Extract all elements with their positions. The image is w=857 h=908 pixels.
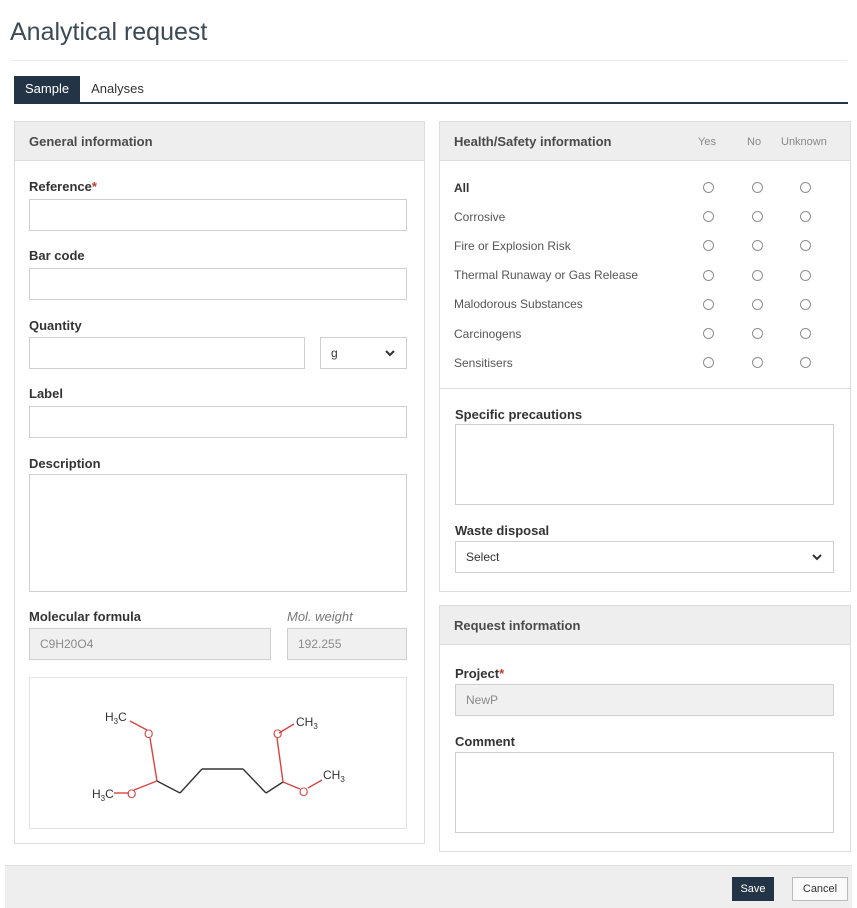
column-yes: Yes: [698, 136, 716, 148]
ch3-top-label: CH3: [296, 715, 318, 731]
request-information-header: Request information: [440, 606, 850, 645]
title-divider: [10, 60, 847, 61]
description-label: Description: [29, 456, 101, 471]
radio-unknown[interactable]: [800, 211, 811, 223]
radio-yes[interactable]: [703, 269, 714, 281]
health-safety-item-label: Carcinogens: [454, 326, 522, 341]
tab-sample[interactable]: Sample: [14, 76, 81, 102]
radio-no[interactable]: [752, 182, 763, 193]
health-safety-row: All: [440, 173, 848, 202]
radio-unknown[interactable]: [800, 328, 811, 339]
molecular-formula-field: C9H20O4: [29, 628, 271, 660]
chevron-down-icon: [812, 554, 822, 561]
barcode-label: Bar code: [29, 248, 85, 263]
column-unknown: Unknown: [781, 136, 827, 148]
radio-unknown[interactable]: [800, 182, 811, 193]
quantity-input[interactable]: [29, 337, 305, 369]
chevron-down-icon: [385, 350, 395, 357]
project-field: NewP: [455, 684, 834, 716]
oxygen-label: O: [299, 785, 308, 799]
radio-no[interactable]: [752, 269, 763, 281]
radio-yes[interactable]: [703, 357, 714, 369]
waste-disposal-select[interactable]: Select: [455, 541, 834, 573]
general-information-header: General information: [15, 122, 424, 161]
health-safety-row: Sensitisers: [440, 348, 848, 377]
health-safety-item-label: Thermal Runaway or Gas Release: [454, 268, 639, 283]
health-divider: [440, 388, 850, 389]
radio-no[interactable]: [752, 298, 763, 310]
comment-label: Comment: [455, 734, 515, 749]
health-safety-row: Malodorous Substances: [440, 290, 848, 319]
reference-label-text: Reference: [29, 179, 92, 194]
oxygen-label: O: [127, 787, 136, 801]
health-safety-item-label: Fire or Explosion Risk: [454, 238, 571, 253]
health-safety-row: Fire or Explosion Risk: [440, 231, 848, 260]
health-safety-item-label: Sensitisers: [454, 355, 513, 370]
radio-no[interactable]: [752, 357, 763, 369]
barcode-input[interactable]: [29, 268, 407, 300]
tab-analyses[interactable]: Analyses: [80, 76, 155, 102]
required-mark: *: [499, 666, 505, 681]
structure-drawing: H3C O H3C O O CH3 O CH3: [92, 710, 345, 803]
footer-bar: Save Cancel: [5, 865, 852, 908]
quantity-unit-value: g: [331, 346, 338, 360]
molecular-formula-label: Molecular formula: [29, 609, 141, 624]
radio-no[interactable]: [752, 211, 763, 223]
health-safety-panel: Health/Safety information Yes No Unknown…: [439, 121, 851, 592]
health-safety-row: Corrosive: [440, 202, 848, 231]
h3c-bottom-label: H3C: [92, 787, 114, 803]
health-safety-row: Carcinogens: [440, 319, 848, 348]
request-information-panel: Request information Project* NewP Commen…: [439, 605, 851, 852]
mol-weight-label: Mol. weight: [287, 609, 353, 624]
radio-yes[interactable]: [703, 328, 714, 339]
label-input[interactable]: [29, 406, 407, 438]
structure-bonds: [156, 768, 284, 794]
required-mark: *: [91, 179, 97, 194]
radio-yes[interactable]: [703, 240, 714, 252]
health-safety-item-label: Corrosive: [454, 209, 506, 224]
label-field-label: Label: [29, 386, 63, 401]
save-button[interactable]: Save: [732, 877, 774, 901]
comment-textarea[interactable]: [455, 752, 834, 833]
mol-weight-field: 192.255: [287, 628, 407, 660]
radio-no[interactable]: [752, 240, 763, 252]
reference-input[interactable]: [29, 199, 407, 231]
health-safety-row: Thermal Runaway or Gas Release: [440, 261, 848, 290]
structure-viewer[interactable]: H3C O H3C O O CH3 O CH3: [29, 677, 407, 829]
radio-unknown[interactable]: [800, 357, 811, 369]
quantity-label: Quantity: [29, 318, 82, 333]
general-information-panel: General information Reference* Bar code …: [14, 121, 425, 844]
quantity-unit-select[interactable]: g: [320, 337, 407, 369]
tab-bar: Sample Analyses: [14, 76, 155, 102]
specific-precautions-label: Specific precautions: [455, 407, 583, 422]
waste-disposal-value: Select: [466, 550, 500, 564]
column-no: No: [747, 136, 762, 148]
radio-no[interactable]: [752, 328, 763, 339]
health-safety-title: Health/Safety information: [454, 133, 612, 149]
ch3-bottom-label: CH3: [323, 768, 345, 784]
h3c-top-label: H3C: [105, 710, 127, 726]
specific-precautions-textarea[interactable]: [455, 424, 834, 505]
radio-yes[interactable]: [703, 182, 714, 193]
cancel-button[interactable]: Cancel: [792, 877, 848, 901]
tab-underline: [14, 102, 848, 104]
project-label-text: Project: [455, 666, 500, 681]
health-safety-item-label: All: [454, 180, 470, 195]
page-title: Analytical request: [10, 18, 208, 46]
oxygen-label: O: [273, 727, 282, 741]
radio-unknown[interactable]: [800, 298, 811, 310]
radio-yes[interactable]: [703, 298, 714, 310]
waste-disposal-label: Waste disposal: [455, 523, 550, 538]
description-textarea[interactable]: [29, 474, 407, 592]
project-label: Project*: [455, 666, 504, 681]
reference-label: Reference*: [29, 179, 97, 194]
health-safety-item-label: Malodorous Substances: [454, 297, 583, 312]
radio-unknown[interactable]: [800, 269, 811, 281]
oxygen-label: O: [144, 727, 153, 741]
radio-yes[interactable]: [703, 211, 714, 223]
radio-unknown[interactable]: [800, 240, 811, 252]
